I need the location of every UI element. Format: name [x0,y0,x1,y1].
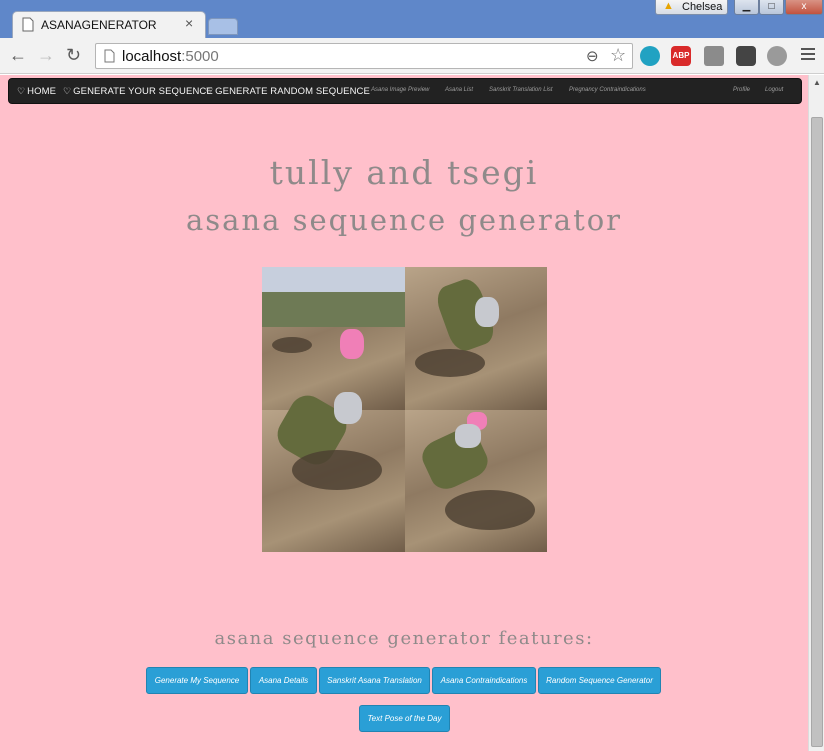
warning-icon: ▲ [663,0,674,12]
extension-icon[interactable] [704,46,724,66]
scroll-thumb[interactable] [811,117,823,747]
back-arrow-icon[interactable]: ← [9,46,27,64]
extension-icon[interactable] [767,46,787,66]
minimize-button[interactable]: ▁ [734,0,759,15]
nav-asana-list[interactable]: Asana List [445,87,473,93]
page-content: ♡ HOME ♡ GENERATE YOUR SEQUENCE ♡ GENERATE … [0,75,808,751]
nav-home[interactable]: ♡ HOME [17,86,56,97]
hero-photo-collage [262,267,547,552]
tab-close-icon[interactable]: × [185,15,193,31]
forward-arrow-icon[interactable]: → [37,46,55,64]
maximize-button[interactable]: □ [759,0,784,15]
browser-toolbar: ← → ↻ localhost:5000 ⊖ ☆ ABP [0,38,824,74]
address-bar[interactable]: localhost:5000 ⊖ ☆ [95,43,633,69]
nav-generate-random-sequence[interactable]: ♡ GENERATE RANDOM SEQUENCE [205,86,370,97]
heart-icon: ♡ [63,86,72,96]
profile-button[interactable]: ▲ Chelsea [655,0,728,15]
page-scrollbar[interactable]: ▲ [808,75,824,751]
extension-icon[interactable] [736,46,756,66]
nav-profile[interactable]: Profile [733,87,750,93]
photo-panel [405,410,547,552]
nav-sanskrit-translation-list[interactable]: Sanskrit Translation List [489,87,553,93]
nav-logout[interactable]: Logout [765,87,783,93]
text-pose-of-the-day-button[interactable]: Text Pose of the Day [359,705,450,732]
nav-pregnancy-contraindications[interactable]: Pregnancy Contraindications [569,87,646,93]
new-tab-button[interactable] [208,18,238,35]
asana-details-button[interactable]: Asana Details [250,667,317,694]
site-navbar: ♡ HOME ♡ GENERATE YOUR SEQUENCE ♡ GENERATE … [8,78,802,104]
url-text: localhost:5000 [122,48,219,65]
bookmark-star-icon[interactable]: ☆ [610,45,626,66]
menu-icon[interactable] [801,48,815,62]
heart-icon: ♡ [205,86,214,96]
nav-asana-image-preview[interactable]: Asana Image Preview [371,87,429,93]
photo-panel [405,267,547,410]
close-window-button[interactable]: x [785,0,823,15]
sanskrit-asana-translation-button[interactable]: Sanskrit Asana Translation [319,667,430,694]
extension-icon[interactable] [640,46,660,66]
page-icon [22,17,34,32]
heart-icon: ♡ [17,86,26,96]
photo-panel [262,267,405,410]
random-sequence-generator-button[interactable]: Random Sequence Generator [538,667,661,694]
nav-generate-your-sequence[interactable]: ♡ GENERATE YOUR SEQUENCE [63,86,213,97]
reload-icon[interactable]: ↻ [66,46,81,64]
generate-my-sequence-button[interactable]: Generate My Sequence [146,667,248,694]
adblock-icon[interactable]: ABP [671,46,691,66]
browser-tab-active[interactable]: ASANAGENERATOR × [12,11,206,38]
photo-panel [262,389,405,552]
profile-name: Chelsea [682,1,723,13]
hero-title-line2: asana sequence generator [185,203,623,237]
features-title: asana sequence generator features: [214,628,594,649]
zoom-icon[interactable]: ⊖ [586,47,599,65]
hero-title-line1: tully and tsegi [269,153,539,192]
asana-contraindications-button[interactable]: Asana Contraindications [432,667,536,694]
tab-title: ASANAGENERATOR [41,18,157,32]
scroll-up-icon[interactable]: ▲ [813,78,821,87]
browser-titlebar: ASANAGENERATOR × ▲ Chelsea ▁ □ x [0,0,824,38]
page-icon [104,49,115,63]
